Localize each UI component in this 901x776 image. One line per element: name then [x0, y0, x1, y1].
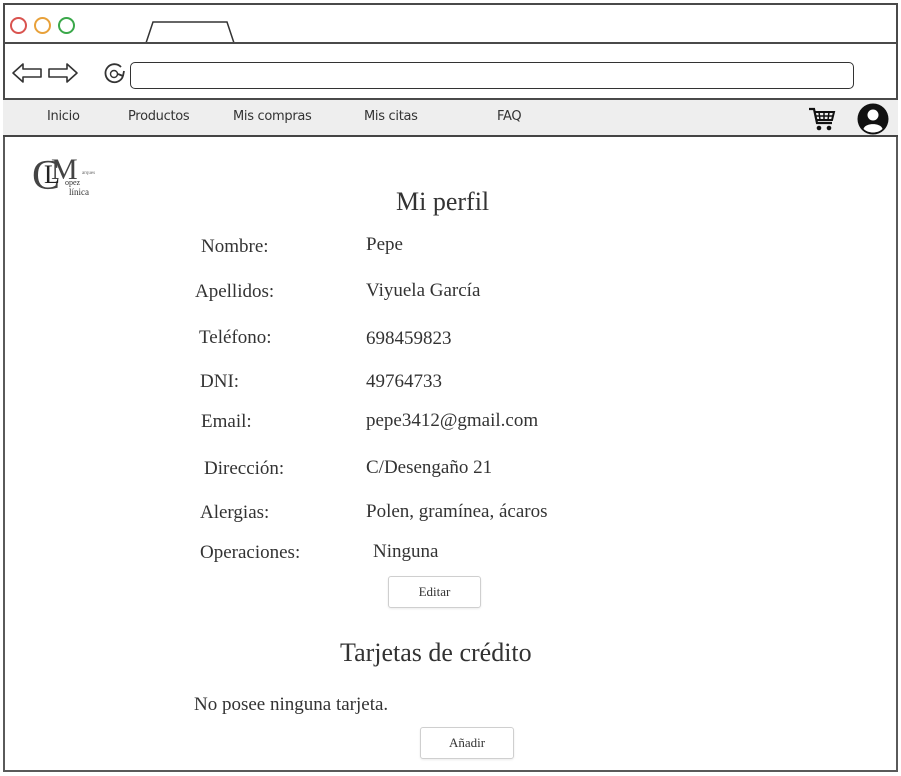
profile-title: Mi perfil [396, 187, 490, 216]
edit-profile-button[interactable]: Editar [388, 576, 481, 608]
maximize-button[interactable] [58, 17, 75, 34]
address-bar [3, 42, 898, 100]
add-card-button[interactable]: Añadir [420, 727, 514, 759]
nav-item-mis-compras[interactable]: Mis compras [233, 109, 312, 124]
field-label-direccion: Dirección: [204, 458, 285, 479]
nav-item-productos[interactable]: Productos [128, 109, 190, 124]
no-cards-message: No posee ninguna tarjeta. [194, 694, 389, 715]
reload-icon[interactable] [101, 61, 127, 87]
logo-text-arques: arques [82, 171, 96, 176]
field-label-operaciones: Operaciones: [200, 542, 301, 563]
field-label-nombre: Nombre: [201, 236, 269, 257]
logo-text-opez: opez [65, 178, 81, 187]
field-label-apellidos: Apellidos: [195, 281, 275, 302]
nav-menu-bar: Inicio Productos Mis compras Mis citas F… [3, 100, 898, 137]
url-input[interactable] [130, 62, 854, 89]
field-value-email: pepe3412@gmail.com [366, 410, 539, 431]
nav-item-faq[interactable]: FAQ [497, 109, 522, 124]
nav-item-inicio[interactable]: Inicio [47, 109, 80, 124]
user-account-icon[interactable] [856, 103, 890, 135]
field-label-telefono: Teléfono: [199, 327, 272, 348]
field-value-apellidos: Viyuela García [366, 280, 481, 301]
title-bar [3, 3, 898, 46]
field-value-operaciones: Ninguna [373, 541, 439, 562]
nav-item-mis-citas[interactable]: Mis citas [364, 109, 418, 124]
field-label-alergias: Alergias: [200, 502, 270, 523]
back-arrow-icon[interactable] [11, 62, 43, 84]
cards-title: Tarjetas de crédito [340, 638, 532, 667]
minimize-button[interactable] [34, 17, 51, 34]
field-label-dni: DNI: [200, 371, 240, 392]
logo-text-linica: línica [69, 187, 89, 197]
cart-icon[interactable] [808, 106, 836, 132]
field-value-alergias: Polen, gramínea, ácaros [366, 501, 548, 522]
field-value-nombre: Pepe [366, 234, 403, 255]
close-button[interactable] [10, 17, 27, 34]
clinic-logo: C L M opez línica arques [32, 153, 104, 200]
field-label-email: Email: [201, 411, 252, 432]
field-value-direccion: C/Desengaño 21 [366, 457, 493, 478]
field-value-dni: 49764733 [366, 371, 442, 392]
forward-arrow-icon[interactable] [47, 62, 79, 84]
field-value-telefono: 698459823 [366, 328, 452, 349]
